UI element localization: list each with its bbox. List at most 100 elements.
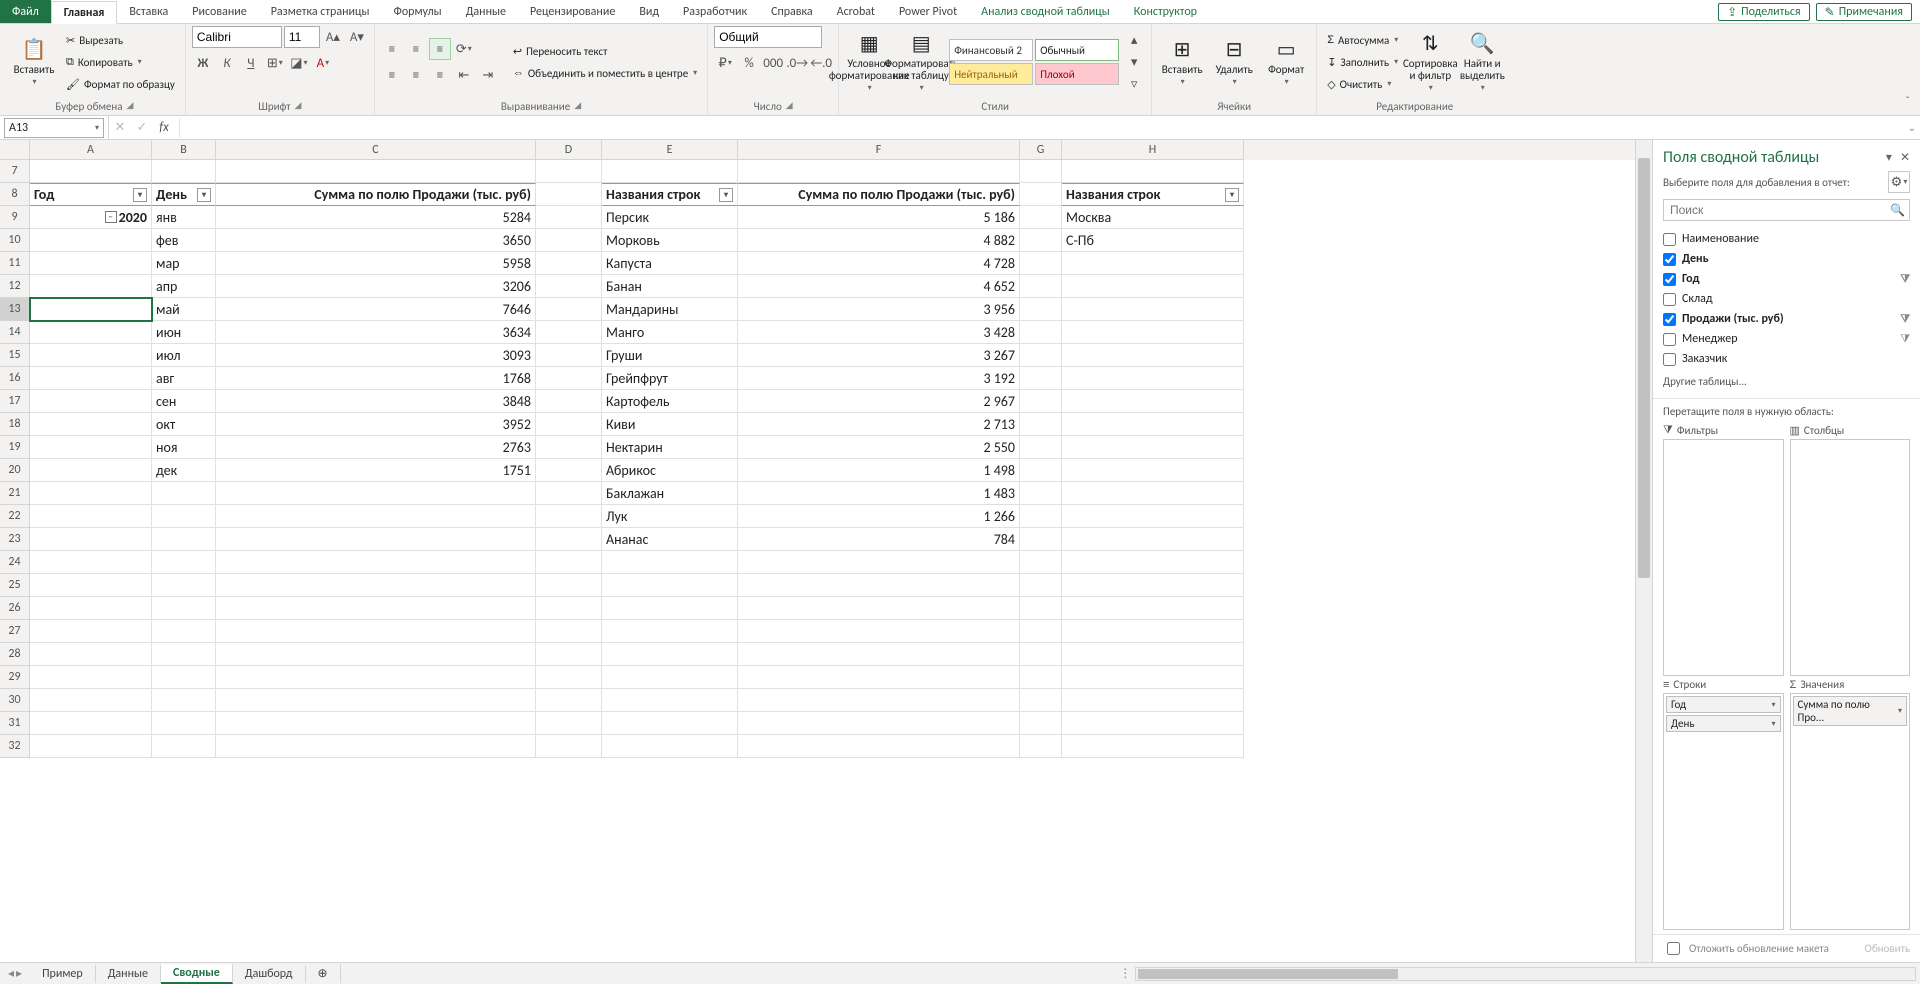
area-filters-box[interactable]	[1663, 439, 1784, 676]
tab-draw[interactable]: Рисование	[180, 0, 258, 23]
cell-A20[interactable]	[30, 459, 152, 482]
cell-D25[interactable]	[536, 574, 602, 597]
cell-D32[interactable]	[536, 735, 602, 758]
field-Год[interactable]: Год⧩	[1663, 269, 1910, 289]
worksheet-grid[interactable]: ABCDEFGH 78Год▾День▾Сумма по полю Продаж…	[0, 140, 1635, 962]
cell-G9[interactable]	[1020, 206, 1062, 229]
cell-C25[interactable]	[216, 574, 536, 597]
cell-B23[interactable]	[152, 528, 216, 551]
cell-G16[interactable]	[1020, 367, 1062, 390]
cell-F31[interactable]	[738, 712, 1020, 735]
cell-H11[interactable]	[1062, 252, 1244, 275]
cell-C17[interactable]: 3848	[216, 390, 536, 413]
field-Склад[interactable]: Склад	[1663, 289, 1910, 309]
tab-page-layout[interactable]: Разметка страницы	[259, 0, 382, 23]
cell-A11[interactable]	[30, 252, 152, 275]
pane-settings-icon[interactable]: ⚙▾	[1888, 171, 1910, 193]
row-header[interactable]: 7	[0, 160, 30, 183]
cell-F23[interactable]: 784	[738, 528, 1020, 551]
cell-A32[interactable]	[30, 735, 152, 758]
cell-C18[interactable]: 3952	[216, 413, 536, 436]
cell-E13[interactable]: Мандарины	[602, 298, 738, 321]
field-checkbox[interactable]	[1663, 313, 1676, 326]
cell-C12[interactable]: 3206	[216, 275, 536, 298]
cell-D20[interactable]	[536, 459, 602, 482]
col-header-F[interactable]: F	[738, 140, 1020, 160]
cell-E7[interactable]	[602, 160, 738, 183]
merge-center-button[interactable]: ⇔Объединить и поместить в центре▾	[509, 63, 701, 83]
cell-D10[interactable]	[536, 229, 602, 252]
row-header[interactable]: 31	[0, 712, 30, 735]
field-checkbox[interactable]	[1663, 233, 1676, 246]
cell-E27[interactable]	[602, 620, 738, 643]
row-header[interactable]: 24	[0, 551, 30, 574]
col-header-B[interactable]: B	[152, 140, 216, 160]
styles-more-icon[interactable]: ▿	[1123, 73, 1145, 95]
cell-H21[interactable]	[1062, 482, 1244, 505]
percent-icon[interactable]: %	[738, 52, 760, 74]
cell-B26[interactable]	[152, 597, 216, 620]
cell-H30[interactable]	[1062, 689, 1244, 712]
cell-E20[interactable]: Абрикос	[602, 459, 738, 482]
cell-H10[interactable]: С-Пб	[1062, 229, 1244, 252]
cell-C13[interactable]: 7646	[216, 298, 536, 321]
field-search-input[interactable]	[1668, 202, 1890, 218]
comments-button[interactable]: ✎Примечания	[1816, 3, 1912, 21]
styles-scroll-down-icon[interactable]: ▾	[1123, 51, 1145, 73]
cell-A10[interactable]	[30, 229, 152, 252]
cell-H19[interactable]	[1062, 436, 1244, 459]
row-header[interactable]: 9	[0, 206, 30, 229]
cell-A16[interactable]	[30, 367, 152, 390]
tab-acrobat[interactable]: Acrobat	[825, 0, 887, 23]
cell-G30[interactable]	[1020, 689, 1062, 712]
cell-G15[interactable]	[1020, 344, 1062, 367]
cell-F32[interactable]	[738, 735, 1020, 758]
row-header[interactable]: 22	[0, 505, 30, 528]
format-cells-button[interactable]: ▭Формат▾	[1262, 29, 1310, 95]
share-button[interactable]: ⇪Поделиться	[1718, 3, 1810, 21]
cell-E12[interactable]: Банан	[602, 275, 738, 298]
cell-E8[interactable]: Названия строк▾	[602, 183, 738, 206]
wrap-text-button[interactable]: ↩Переносить текст	[509, 41, 701, 61]
field-Наименование[interactable]: Наименование	[1663, 229, 1910, 249]
cell-D28[interactable]	[536, 643, 602, 666]
sheet-nav-first-icon[interactable]: ◂	[8, 966, 14, 981]
cell-D19[interactable]	[536, 436, 602, 459]
row-header[interactable]: 10	[0, 229, 30, 252]
cell-D9[interactable]	[536, 206, 602, 229]
pivot-dropdown-icon[interactable]: ▾	[197, 188, 211, 202]
cell-F17[interactable]: 2 967	[738, 390, 1020, 413]
cell-C9[interactable]: 5284	[216, 206, 536, 229]
cell-D30[interactable]	[536, 689, 602, 712]
area-rows-box[interactable]: Год▾День▾	[1663, 693, 1784, 930]
align-middle-icon[interactable]: ≡	[405, 38, 427, 60]
pane-close-icon[interactable]: ✕	[1900, 150, 1910, 165]
font-name-combo[interactable]	[192, 26, 282, 48]
area-columns-box[interactable]	[1790, 439, 1911, 676]
cell-C20[interactable]: 1751	[216, 459, 536, 482]
autosum-button[interactable]: ΣАвтосумма▾	[1323, 30, 1402, 50]
cell-E14[interactable]: Манго	[602, 321, 738, 344]
cell-A8[interactable]: Год▾	[30, 183, 152, 206]
cell-B10[interactable]: фев	[152, 229, 216, 252]
cell-A26[interactable]	[30, 597, 152, 620]
cell-C30[interactable]	[216, 689, 536, 712]
cell-G23[interactable]	[1020, 528, 1062, 551]
cell-H17[interactable]	[1062, 390, 1244, 413]
cell-A13[interactable]	[30, 298, 152, 321]
paste-button[interactable]: 📋 Вставить▾	[10, 29, 58, 95]
cell-F10[interactable]: 4 882	[738, 229, 1020, 252]
cell-B19[interactable]: ноя	[152, 436, 216, 459]
field-Продажи (тыс. руб)[interactable]: Продажи (тыс. руб)⧩	[1663, 309, 1910, 329]
cell-A30[interactable]	[30, 689, 152, 712]
increase-decimal-icon[interactable]: .0→	[786, 52, 808, 74]
cell-H26[interactable]	[1062, 597, 1244, 620]
cell-F11[interactable]: 4 728	[738, 252, 1020, 275]
cell-G32[interactable]	[1020, 735, 1062, 758]
font-color-icon[interactable]: A▾	[312, 52, 334, 74]
row-header[interactable]: 18	[0, 413, 30, 436]
cell-E23[interactable]: Ананас	[602, 528, 738, 551]
cell-D18[interactable]	[536, 413, 602, 436]
cell-F12[interactable]: 4 652	[738, 275, 1020, 298]
field-checkbox[interactable]	[1663, 353, 1676, 366]
